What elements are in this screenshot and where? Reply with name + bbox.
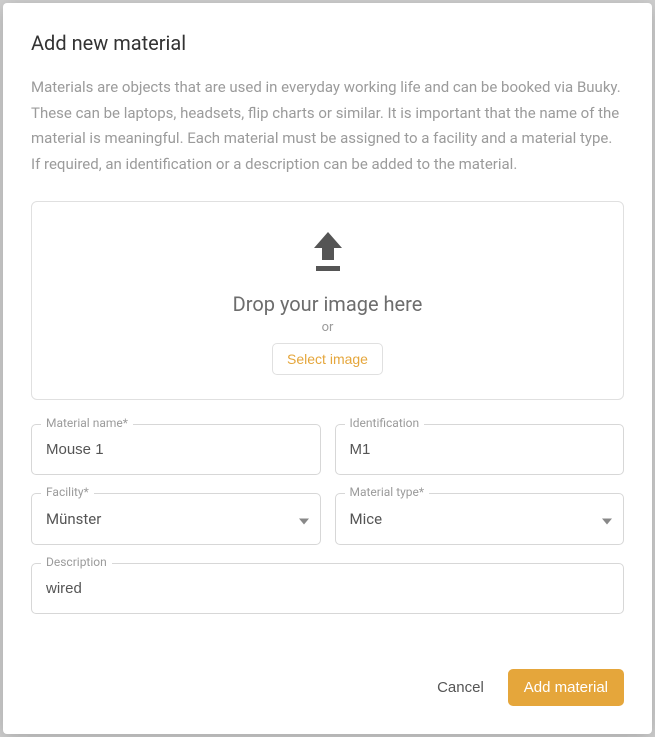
modal-description: Materials are objects that are used in e… <box>31 75 624 177</box>
facility-field-wrapper: Facility* Münster <box>31 493 321 545</box>
modal-title: Add new material <box>31 31 624 55</box>
drop-text: Drop your image here <box>233 292 423 316</box>
identification-input[interactable] <box>335 424 625 475</box>
image-dropzone[interactable]: Drop your image here or Select image <box>31 201 624 400</box>
add-material-modal: Add new material Materials are objects t… <box>3 3 652 734</box>
material-type-label: Material type* <box>345 485 430 499</box>
identification-field-wrapper: Identification <box>335 424 625 475</box>
modal-footer: Cancel Add material <box>31 649 624 706</box>
select-image-button[interactable]: Select image <box>272 343 383 375</box>
upload-icon <box>308 230 348 278</box>
add-material-button[interactable]: Add material <box>508 669 624 706</box>
material-type-field-wrapper: Material type* Mice <box>335 493 625 545</box>
or-text: or <box>322 320 334 335</box>
description-field-wrapper: Description <box>31 563 624 614</box>
material-name-input[interactable] <box>31 424 321 475</box>
material-type-select[interactable]: Mice <box>335 493 625 545</box>
cancel-button[interactable]: Cancel <box>437 679 484 696</box>
identification-label: Identification <box>345 416 425 430</box>
material-name-label: Material name* <box>41 416 133 430</box>
facility-select[interactable]: Münster <box>31 493 321 545</box>
facility-label: Facility* <box>41 485 94 499</box>
description-input[interactable] <box>31 563 624 614</box>
description-label: Description <box>41 555 112 569</box>
material-name-field-wrapper: Material name* <box>31 424 321 475</box>
